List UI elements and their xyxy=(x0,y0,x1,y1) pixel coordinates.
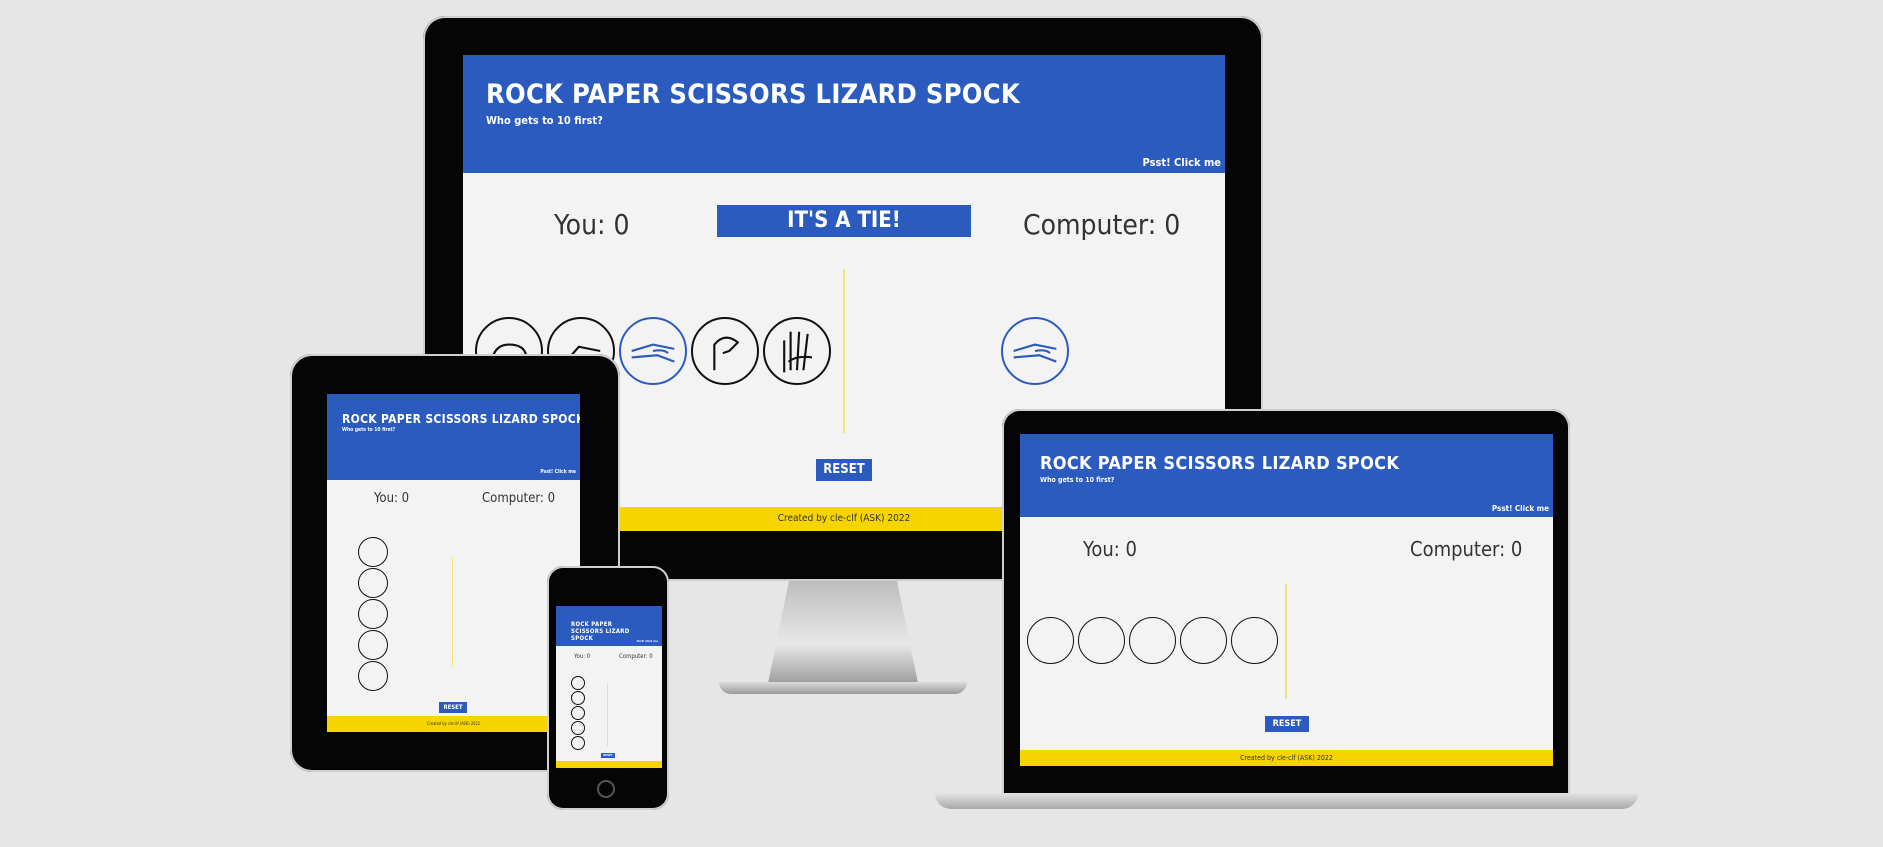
lizard-icon[interactable] xyxy=(691,317,759,385)
result-banner: IT'S A TIE! xyxy=(717,205,971,237)
tablet-past-link[interactable]: Psst! Click me xyxy=(540,469,576,475)
scissors-icon[interactable] xyxy=(619,317,687,385)
computer-score: Computer: 0 xyxy=(1023,208,1181,241)
monitor-base xyxy=(719,682,967,694)
tablet-paper-icon[interactable] xyxy=(358,568,388,598)
tablet-divider-line xyxy=(452,557,453,667)
tablet-lizard-icon[interactable] xyxy=(358,630,388,660)
laptop-paper-icon[interactable] xyxy=(1078,617,1125,664)
phone-spock-icon[interactable] xyxy=(571,736,585,750)
phone-page-title: ROCK PAPER SCISSORS LIZARD SPOCK xyxy=(571,621,630,642)
divider-line xyxy=(843,269,845,433)
reset-button[interactable]: RESET xyxy=(816,459,872,481)
laptop-computer-score: Computer: 0 xyxy=(1410,537,1523,561)
tablet-spock-icon[interactable] xyxy=(358,661,388,691)
tablet-footer: Created by cle-clf (ASK) 2022 xyxy=(327,716,580,732)
phone-divider-line xyxy=(607,684,608,746)
laptop-page-subtitle: Who gets to 10 first? xyxy=(1040,476,1115,484)
laptop-base xyxy=(935,793,1638,809)
tablet-rock-icon[interactable] xyxy=(358,537,388,567)
phone-screen: ROCK PAPER SCISSORS LIZARD SPOCK Psst! C… xyxy=(556,606,662,768)
page-subtitle: Who gets to 10 first? xyxy=(486,114,603,127)
phone-player-score: You: 0 xyxy=(574,653,591,660)
tablet-page-subtitle: Who gets to 10 first? xyxy=(342,427,396,433)
tablet-reset-button[interactable]: RESET xyxy=(439,702,467,713)
header: ROCK PAPER SCISSORS LIZARD SPOCK Who get… xyxy=(463,55,1225,173)
tablet-page-title: ROCK PAPER SCISSORS LIZARD SPOCK xyxy=(342,412,580,426)
tablet-scissors-icon[interactable] xyxy=(358,599,388,629)
phone-computer-score: Computer: 0 xyxy=(619,653,653,660)
computer-choice-scissors-icon xyxy=(1001,317,1069,385)
laptop-player-score: You: 0 xyxy=(1083,537,1137,561)
laptop-screen: ROCK PAPER SCISSORS LIZARD SPOCK Who get… xyxy=(1020,434,1553,766)
laptop-past-link[interactable]: Psst! Click me xyxy=(1492,504,1549,513)
past-results-link[interactable]: Psst! Click me xyxy=(1143,156,1221,169)
laptop-lizard-icon[interactable] xyxy=(1180,617,1227,664)
tablet-computer-score: Computer: 0 xyxy=(482,491,556,506)
monitor-stand xyxy=(767,581,919,686)
laptop-spock-icon[interactable] xyxy=(1231,617,1278,664)
laptop-page-title: ROCK PAPER SCISSORS LIZARD SPOCK xyxy=(1040,453,1400,474)
laptop-header: ROCK PAPER SCISSORS LIZARD SPOCK Who get… xyxy=(1020,434,1553,517)
tablet-header: ROCK PAPER SCISSORS LIZARD SPOCK Who get… xyxy=(327,394,580,480)
phone-scissors-icon[interactable] xyxy=(571,706,585,720)
laptop-divider-line xyxy=(1285,584,1287,699)
phone-paper-icon[interactable] xyxy=(571,691,585,705)
laptop-footer: Created by cle-clf (ASK) 2022 xyxy=(1020,750,1553,766)
page-title: ROCK PAPER SCISSORS LIZARD SPOCK xyxy=(486,79,1020,110)
spock-icon[interactable] xyxy=(763,317,831,385)
phone-past-link[interactable]: Psst! Click me xyxy=(637,639,658,643)
tablet-screen: ROCK PAPER SCISSORS LIZARD SPOCK Who get… xyxy=(327,394,580,732)
phone-header: ROCK PAPER SCISSORS LIZARD SPOCK Psst! C… xyxy=(556,606,662,646)
phone-reset-button[interactable]: RESET xyxy=(601,753,615,758)
phone-rock-icon[interactable] xyxy=(571,676,585,690)
tablet-player-score: You: 0 xyxy=(374,491,410,506)
phone-lizard-icon[interactable] xyxy=(571,721,585,735)
player-score: You: 0 xyxy=(554,208,630,241)
laptop-reset-button[interactable]: RESET xyxy=(1265,716,1309,732)
laptop-rock-icon[interactable] xyxy=(1027,617,1074,664)
phone-footer xyxy=(556,761,662,768)
laptop-scissors-icon[interactable] xyxy=(1129,617,1176,664)
phone-home-button xyxy=(597,780,615,798)
